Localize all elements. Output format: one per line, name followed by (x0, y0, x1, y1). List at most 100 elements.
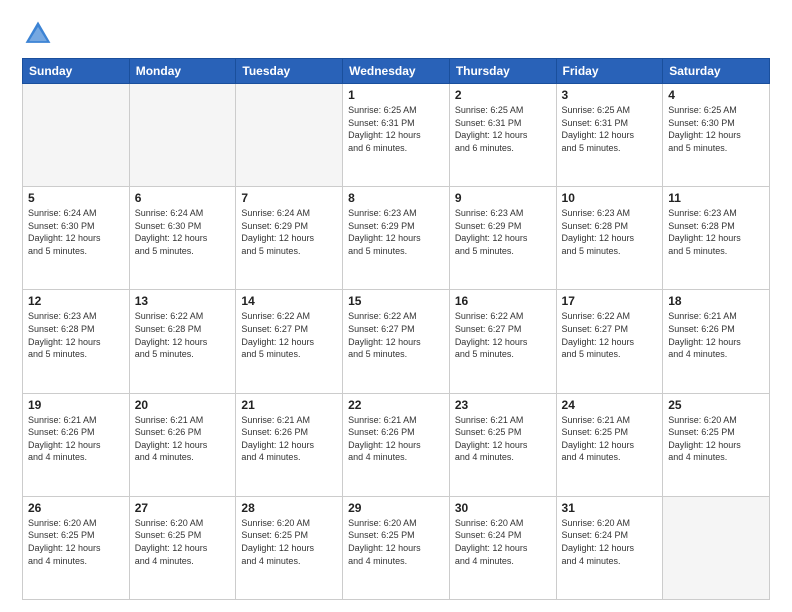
day-info: Sunrise: 6:25 AM Sunset: 6:31 PM Dayligh… (348, 104, 444, 154)
day-number: 18 (668, 294, 764, 308)
day-info: Sunrise: 6:22 AM Sunset: 6:27 PM Dayligh… (562, 310, 658, 360)
day-info: Sunrise: 6:24 AM Sunset: 6:30 PM Dayligh… (28, 207, 124, 257)
day-info: Sunrise: 6:20 AM Sunset: 6:24 PM Dayligh… (562, 517, 658, 567)
day-info: Sunrise: 6:23 AM Sunset: 6:29 PM Dayligh… (348, 207, 444, 257)
calendar-cell: 12 Sunrise: 6:23 AM Sunset: 6:28 PM Dayli… (23, 290, 130, 393)
day-info: Sunrise: 6:25 AM Sunset: 6:30 PM Dayligh… (668, 104, 764, 154)
calendar-cell: 17 Sunrise: 6:22 AM Sunset: 6:27 PM Dayli… (556, 290, 663, 393)
day-number: 6 (135, 191, 231, 205)
weekday-sunday: Sunday (23, 59, 130, 84)
day-number: 20 (135, 398, 231, 412)
calendar-cell: 30 Sunrise: 6:20 AM Sunset: 6:24 PM Dayli… (449, 496, 556, 599)
week-row-2: 12 Sunrise: 6:23 AM Sunset: 6:28 PM Dayli… (23, 290, 770, 393)
weekday-tuesday: Tuesday (236, 59, 343, 84)
day-number: 27 (135, 501, 231, 515)
day-number: 1 (348, 88, 444, 102)
calendar-cell: 7 Sunrise: 6:24 AM Sunset: 6:29 PM Daylig… (236, 187, 343, 290)
day-number: 25 (668, 398, 764, 412)
weekday-monday: Monday (129, 59, 236, 84)
calendar-cell: 10Sunrise: 6:23 AM Sunset: 6:28 PM Dayli… (556, 187, 663, 290)
day-number: 21 (241, 398, 337, 412)
day-info: Sunrise: 6:20 AM Sunset: 6:24 PM Dayligh… (455, 517, 551, 567)
day-number: 10 (562, 191, 658, 205)
calendar-cell: 18 Sunrise: 6:21 AM Sunset: 6:26 PM Dayli… (663, 290, 770, 393)
calendar-cell: 2 Sunrise: 6:25 AM Sunset: 6:31 PM Daylig… (449, 84, 556, 187)
calendar-cell: 5 Sunrise: 6:24 AM Sunset: 6:30 PM Daylig… (23, 187, 130, 290)
weekday-header-row: SundayMondayTuesdayWednesdayThursdayFrid… (23, 59, 770, 84)
weekday-wednesday: Wednesday (343, 59, 450, 84)
calendar-cell: 4 Sunrise: 6:25 AM Sunset: 6:30 PM Daylig… (663, 84, 770, 187)
calendar-cell: 8 Sunrise: 6:23 AM Sunset: 6:29 PM Daylig… (343, 187, 450, 290)
day-number: 30 (455, 501, 551, 515)
week-row-0: 1 Sunrise: 6:25 AM Sunset: 6:31 PM Daylig… (23, 84, 770, 187)
day-number: 11 (668, 191, 764, 205)
calendar-table: SundayMondayTuesdayWednesdayThursdayFrid… (22, 58, 770, 600)
day-info: Sunrise: 6:21 AM Sunset: 6:26 PM Dayligh… (348, 414, 444, 464)
calendar-cell (129, 84, 236, 187)
day-info: Sunrise: 6:21 AM Sunset: 6:26 PM Dayligh… (668, 310, 764, 360)
calendar-cell: 23 Sunrise: 6:21 AM Sunset: 6:25 PM Dayli… (449, 393, 556, 496)
day-info: Sunrise: 6:21 AM Sunset: 6:26 PM Dayligh… (241, 414, 337, 464)
day-info: Sunrise: 6:21 AM Sunset: 6:26 PM Dayligh… (28, 414, 124, 464)
day-number: 24 (562, 398, 658, 412)
day-number: 29 (348, 501, 444, 515)
calendar-cell: 15 Sunrise: 6:22 AM Sunset: 6:27 PM Dayli… (343, 290, 450, 393)
day-info: Sunrise: 6:23 AM Sunset: 6:28 PM Dayligh… (668, 207, 764, 257)
day-info: Sunrise: 6:23 AM Sunset: 6:29 PM Dayligh… (455, 207, 551, 257)
day-info: Sunrise: 6:22 AM Sunset: 6:27 PM Dayligh… (241, 310, 337, 360)
weekday-thursday: Thursday (449, 59, 556, 84)
calendar-cell (663, 496, 770, 599)
day-number: 5 (28, 191, 124, 205)
calendar-cell: 6 Sunrise: 6:24 AM Sunset: 6:30 PM Daylig… (129, 187, 236, 290)
calendar-cell: 27 Sunrise: 6:20 AM Sunset: 6:25 PM Dayli… (129, 496, 236, 599)
day-number: 26 (28, 501, 124, 515)
calendar-cell: 1 Sunrise: 6:25 AM Sunset: 6:31 PM Daylig… (343, 84, 450, 187)
day-info: Sunrise: 6:20 AM Sunset: 6:25 PM Dayligh… (348, 517, 444, 567)
calendar-cell: 31 Sunrise: 6:20 AM Sunset: 6:24 PM Dayli… (556, 496, 663, 599)
calendar-cell: 29 Sunrise: 6:20 AM Sunset: 6:25 PM Dayli… (343, 496, 450, 599)
day-number: 17 (562, 294, 658, 308)
day-info: Sunrise: 6:24 AM Sunset: 6:30 PM Dayligh… (135, 207, 231, 257)
day-info: Sunrise: 6:20 AM Sunset: 6:25 PM Dayligh… (135, 517, 231, 567)
day-info: Sunrise: 6:24 AM Sunset: 6:29 PM Dayligh… (241, 207, 337, 257)
calendar-cell: 16Sunrise: 6:22 AM Sunset: 6:27 PM Dayli… (449, 290, 556, 393)
logo-icon (22, 18, 54, 50)
day-number: 4 (668, 88, 764, 102)
week-row-4: 26 Sunrise: 6:20 AM Sunset: 6:25 PM Dayli… (23, 496, 770, 599)
logo (22, 18, 58, 50)
calendar-cell: 13Sunrise: 6:22 AM Sunset: 6:28 PM Dayli… (129, 290, 236, 393)
day-number: 9 (455, 191, 551, 205)
day-info: Sunrise: 6:21 AM Sunset: 6:25 PM Dayligh… (455, 414, 551, 464)
day-number: 22 (348, 398, 444, 412)
day-info: Sunrise: 6:20 AM Sunset: 6:25 PM Dayligh… (241, 517, 337, 567)
weekday-friday: Friday (556, 59, 663, 84)
day-number: 15 (348, 294, 444, 308)
calendar-cell: 11 Sunrise: 6:23 AM Sunset: 6:28 PM Dayli… (663, 187, 770, 290)
day-number: 28 (241, 501, 337, 515)
day-info: Sunrise: 6:25 AM Sunset: 6:31 PM Dayligh… (455, 104, 551, 154)
day-number: 31 (562, 501, 658, 515)
calendar-cell (23, 84, 130, 187)
calendar-cell: 3Sunrise: 6:25 AM Sunset: 6:31 PM Daylig… (556, 84, 663, 187)
day-number: 19 (28, 398, 124, 412)
calendar-cell: 28 Sunrise: 6:20 AM Sunset: 6:25 PM Dayli… (236, 496, 343, 599)
day-number: 12 (28, 294, 124, 308)
week-row-3: 19 Sunrise: 6:21 AM Sunset: 6:26 PM Dayli… (23, 393, 770, 496)
day-number: 2 (455, 88, 551, 102)
day-info: Sunrise: 6:22 AM Sunset: 6:27 PM Dayligh… (348, 310, 444, 360)
header (22, 18, 770, 50)
day-number: 23 (455, 398, 551, 412)
calendar-cell (236, 84, 343, 187)
day-number: 7 (241, 191, 337, 205)
calendar-cell: 19 Sunrise: 6:21 AM Sunset: 6:26 PM Dayli… (23, 393, 130, 496)
weekday-saturday: Saturday (663, 59, 770, 84)
day-number: 3 (562, 88, 658, 102)
calendar-cell: 20Sunrise: 6:21 AM Sunset: 6:26 PM Dayli… (129, 393, 236, 496)
page: SundayMondayTuesdayWednesdayThursdayFrid… (0, 0, 792, 612)
week-row-1: 5 Sunrise: 6:24 AM Sunset: 6:30 PM Daylig… (23, 187, 770, 290)
day-info: Sunrise: 6:23 AM Sunset: 6:28 PM Dayligh… (28, 310, 124, 360)
day-info: Sunrise: 6:20 AM Sunset: 6:25 PM Dayligh… (28, 517, 124, 567)
day-number: 16 (455, 294, 551, 308)
day-info: Sunrise: 6:20 AM Sunset: 6:25 PM Dayligh… (668, 414, 764, 464)
day-number: 8 (348, 191, 444, 205)
